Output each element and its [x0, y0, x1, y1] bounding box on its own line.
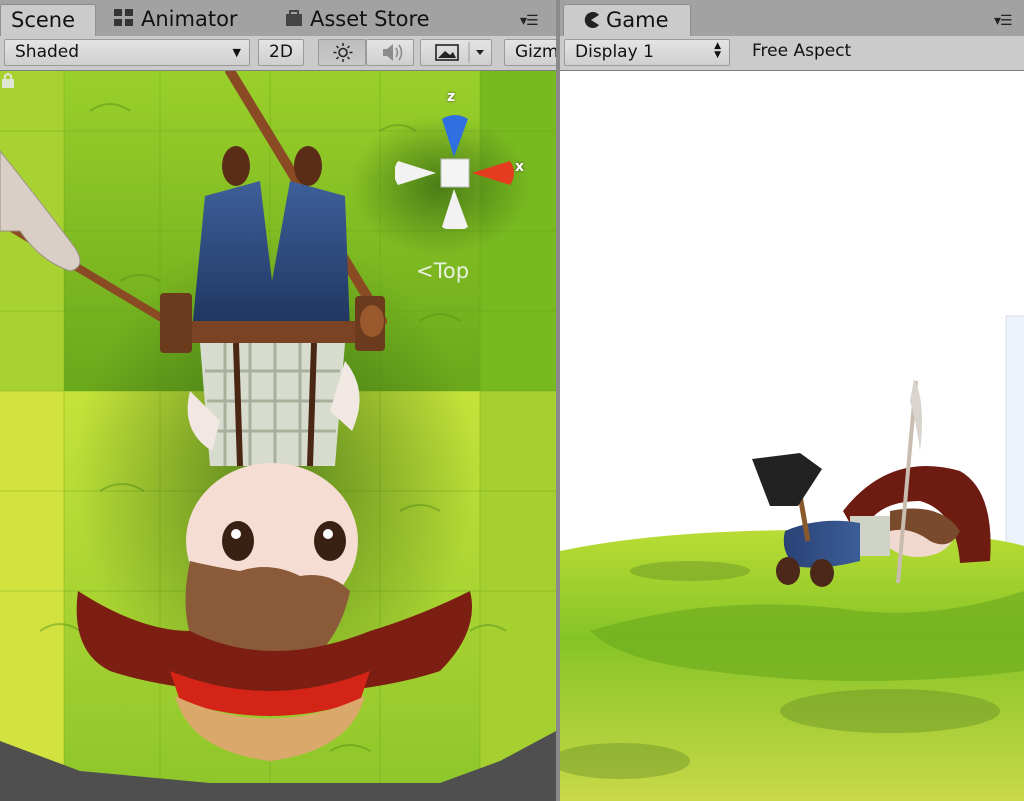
shading-mode-dropdown[interactable]: Shaded ▼	[4, 39, 250, 66]
sun-icon	[333, 43, 353, 62]
gizmos-dropdown[interactable]: Gizmos	[504, 39, 556, 66]
display-dropdown[interactable]: Display 1 ▲ ▼	[564, 39, 730, 66]
view-orientation-text: Top	[433, 259, 470, 283]
tab-animator-label: Animator	[141, 7, 238, 31]
scene-viewport[interactable]: z x <Top	[0, 71, 556, 801]
game-render	[560, 71, 1024, 801]
aspect-dropdown[interactable]: Free Aspect	[742, 39, 1024, 66]
tab-scene[interactable]: Scene	[0, 4, 96, 36]
scene-tab-strip: Scene Animator Asset Store ▾☰	[0, 0, 556, 37]
speaker-icon	[383, 44, 403, 61]
game-tab-strip: Game ▾☰	[560, 0, 1024, 37]
gizmos-label: Gizmos	[515, 42, 556, 62]
scene-panel-menu-icon[interactable]: ▾☰	[520, 14, 539, 28]
toggle-2d-label: 2D	[269, 42, 293, 62]
gizmo-z-label: z	[447, 89, 456, 105]
back-arrow-icon: <	[416, 259, 434, 283]
game-viewport[interactable]	[560, 71, 1024, 801]
animator-icon	[113, 6, 135, 37]
scene-effects-dropdown[interactable]	[420, 39, 492, 66]
tab-asset-store-label: Asset Store	[310, 7, 430, 31]
pacman-icon	[582, 7, 600, 38]
scene-panel: Scene Animator Asset Store ▾☰ Shaded ▼ 2…	[0, 0, 556, 801]
game-panel: Game ▾☰ Display 1 ▲ ▼ Free Aspect	[560, 0, 1024, 801]
aspect-value: Free Aspect	[752, 41, 852, 61]
game-toolbar: Display 1 ▲ ▼ Free Aspect	[560, 36, 1024, 71]
tab-game-label: Game	[606, 8, 669, 32]
lock-icon[interactable]	[0, 71, 16, 89]
tab-animator[interactable]: Animator	[113, 4, 263, 36]
dropdown-arrow-icon: ▼	[232, 46, 241, 59]
orientation-gizmo[interactable]	[395, 89, 535, 229]
toggle-2d-button[interactable]: 2D	[258, 39, 304, 66]
scene-audio-button[interactable]	[366, 39, 414, 66]
view-orientation-label[interactable]: <Top	[416, 259, 469, 283]
store-icon	[284, 6, 304, 37]
display-value: Display 1	[575, 42, 654, 62]
updown-arrow-icon: ▲ ▼	[714, 41, 721, 60]
shading-mode-value: Shaded	[15, 42, 80, 62]
tab-asset-store[interactable]: Asset Store	[284, 4, 464, 36]
scene-lighting-button[interactable]	[318, 39, 366, 66]
game-panel-menu-icon[interactable]: ▾☰	[994, 14, 1013, 28]
gizmo-x-label: x	[515, 159, 525, 175]
scene-toolbar: Shaded ▼ 2D Giz	[0, 36, 556, 71]
tab-game[interactable]: Game	[563, 4, 691, 36]
tab-scene-label: Scene	[11, 8, 76, 32]
image-icon	[435, 42, 484, 63]
